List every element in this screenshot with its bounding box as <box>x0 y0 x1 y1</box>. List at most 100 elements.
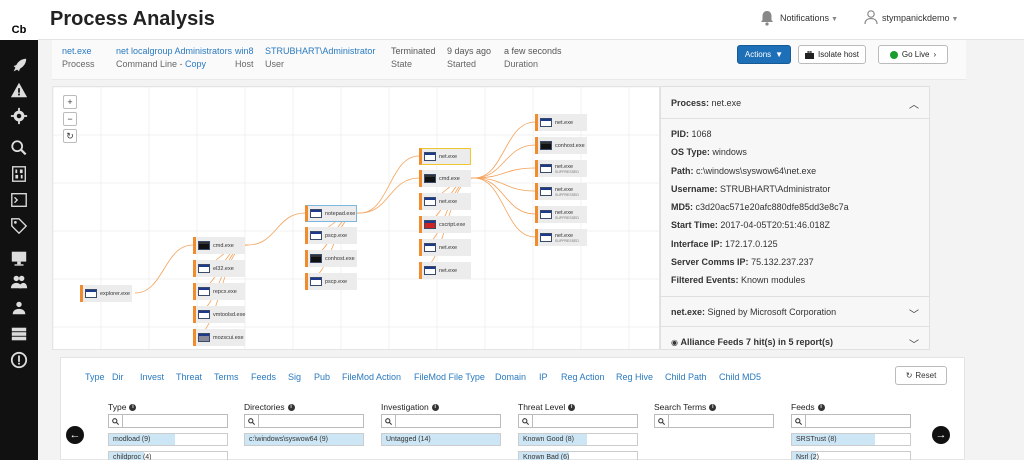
refresh-graph-button[interactable]: ↻ <box>63 129 77 143</box>
facet-search-input[interactable] <box>669 415 773 427</box>
facet-search-input[interactable] <box>259 415 363 427</box>
facet-tab[interactable]: Domain <box>495 372 526 382</box>
warning-circle-icon[interactable] <box>0 348 38 372</box>
user-link[interactable]: STRUBHART\Administrator <box>265 45 375 58</box>
facet-bar[interactable]: Untagged (14) <box>381 433 501 446</box>
signature-section[interactable]: net.exe: Signed by Microsoft Corporation… <box>661 295 929 326</box>
process-node[interactable]: notepad.exe <box>305 205 357 222</box>
facet-bar[interactable]: Known Good (8) <box>518 433 638 446</box>
monitor-icon[interactable] <box>0 246 38 270</box>
search-icon[interactable] <box>382 415 396 427</box>
cmdline-link[interactable]: net localgroup Administrators <box>116 45 232 58</box>
process-node[interactable]: cscript.exe <box>419 216 471 233</box>
search-icon[interactable] <box>245 415 259 427</box>
process-node[interactable]: conhost.exe <box>535 137 587 154</box>
users-icon[interactable] <box>0 270 38 294</box>
process-node[interactable]: net.exe SUPPRESSED <box>535 229 587 246</box>
info-icon[interactable]: i <box>568 403 576 411</box>
process-link[interactable]: net.exe <box>62 45 95 58</box>
terminal-icon[interactable] <box>0 188 38 212</box>
tag-icon[interactable] <box>0 214 38 238</box>
search-icon[interactable] <box>109 415 123 427</box>
facet-tab[interactable]: FileMod File Type <box>414 372 485 382</box>
facet-tab[interactable]: Sig <box>288 372 301 382</box>
facet-tab[interactable]: Type <box>85 372 105 382</box>
facet-tab[interactable]: Reg Hive <box>616 372 653 382</box>
chevron-up-icon[interactable]: ︿ <box>909 96 919 111</box>
server-icon[interactable] <box>0 322 38 346</box>
process-node[interactable]: net.exe SUPPRESSED <box>535 206 587 223</box>
reset-button[interactable]: ↻ Reset <box>895 366 947 385</box>
notifications-menu[interactable]: Notifications ▼ <box>780 13 838 23</box>
facet-tab[interactable]: Threat <box>176 372 202 382</box>
zoom-out-button[interactable]: − <box>63 112 77 126</box>
search-icon[interactable] <box>519 415 533 427</box>
info-icon[interactable]: i <box>817 403 825 411</box>
facet-tab[interactable]: Invest <box>140 372 164 382</box>
go-live-button[interactable]: Go Live › <box>878 45 948 64</box>
process-node[interactable]: explorer.exe <box>80 285 132 302</box>
facet-tab[interactable]: Dir <box>112 372 124 382</box>
search-icon[interactable] <box>655 415 669 427</box>
actions-button[interactable]: Actions ▼ <box>737 45 791 64</box>
process-node[interactable]: vmtoolsd.exe <box>193 306 245 323</box>
info-icon[interactable]: i <box>431 403 439 411</box>
facet-search-input[interactable] <box>123 415 227 427</box>
prev-arrow-icon[interactable]: ← <box>66 426 84 444</box>
search-icon[interactable] <box>0 136 38 160</box>
info-icon[interactable]: i <box>129 403 137 411</box>
process-node[interactable]: conhost.exe <box>305 250 357 267</box>
search-icon[interactable] <box>792 415 806 427</box>
process-graph[interactable]: + − ↻ explorer.exe cmd.exe el32.exe repcx.e… <box>52 86 660 350</box>
info-icon[interactable]: i <box>287 403 295 411</box>
facet-bar[interactable]: SRSTrust (8) <box>791 433 911 446</box>
next-arrow-icon[interactable]: → <box>932 426 950 444</box>
process-node[interactable]: net.exe <box>419 239 471 256</box>
facet-bar[interactable]: Nsrl (2) <box>791 451 911 460</box>
zoom-in-button[interactable]: + <box>63 95 77 109</box>
process-node[interactable]: el32.exe <box>193 260 245 277</box>
facet-bar[interactable]: childproc (4) <box>108 451 228 460</box>
facet-search-input[interactable] <box>396 415 500 427</box>
logo[interactable]: Cb <box>0 0 38 40</box>
facet-tab[interactable]: IP <box>539 372 548 382</box>
bell-icon[interactable] <box>760 10 774 26</box>
copy-link[interactable]: Copy <box>185 59 206 69</box>
alliance-feeds-section[interactable]: ◉ Alliance Feeds 7 hit(s) in 5 report(s)… <box>661 325 929 349</box>
facet-bar[interactable]: Known Bad (6) <box>518 451 638 460</box>
facet-tab[interactable]: Reg Action <box>561 372 605 382</box>
host-link[interactable]: win8 <box>235 45 254 58</box>
chevron-down-icon[interactable]: ﹀ <box>909 336 919 349</box>
panel-header[interactable]: Process: net.exe ︿ <box>661 87 929 119</box>
facet-bar[interactable]: modload (9) <box>108 433 228 446</box>
process-node[interactable]: net.exe SUPPRESSED <box>535 160 587 177</box>
group-icon[interactable] <box>0 296 38 320</box>
process-node[interactable]: mozscui.exe <box>193 329 245 346</box>
binary-icon[interactable] <box>0 162 38 186</box>
process-node[interactable]: pscp.exe <box>305 227 357 244</box>
alert-icon[interactable] <box>0 78 38 102</box>
process-node[interactable]: cmd.exe <box>193 237 245 254</box>
process-node[interactable]: pscp.exe <box>305 273 357 290</box>
facet-tab[interactable]: Feeds <box>251 372 276 382</box>
facet-tab[interactable]: Pub <box>314 372 330 382</box>
process-node[interactable]: net.exe <box>419 193 471 210</box>
facet-search-input[interactable] <box>806 415 910 427</box>
user-menu[interactable]: stympanickdemo ▼ <box>882 13 958 23</box>
process-node[interactable]: net.exe <box>419 148 471 165</box>
facet-tab[interactable]: FileMod Action <box>342 372 401 382</box>
facet-tab[interactable]: Child MD5 <box>719 372 761 382</box>
isolate-host-button[interactable]: Isolate host <box>798 45 866 64</box>
facet-search-input[interactable] <box>533 415 637 427</box>
chevron-down-icon[interactable]: ﹀ <box>909 306 919 321</box>
process-node[interactable]: repcx.exe <box>193 283 245 300</box>
process-node[interactable]: cmd.exe <box>419 170 471 187</box>
rocket-icon[interactable] <box>0 54 38 78</box>
process-node[interactable]: net.exe <box>419 262 471 279</box>
facet-tab[interactable]: Terms <box>214 372 239 382</box>
info-icon[interactable]: i <box>709 403 717 411</box>
gear-icon[interactable] <box>0 104 38 128</box>
facet-tab[interactable]: Child Path <box>665 372 707 382</box>
process-node[interactable]: net.exe <box>535 114 587 131</box>
facet-bar[interactable]: c:\windows\syswow64 (9) <box>244 433 364 446</box>
